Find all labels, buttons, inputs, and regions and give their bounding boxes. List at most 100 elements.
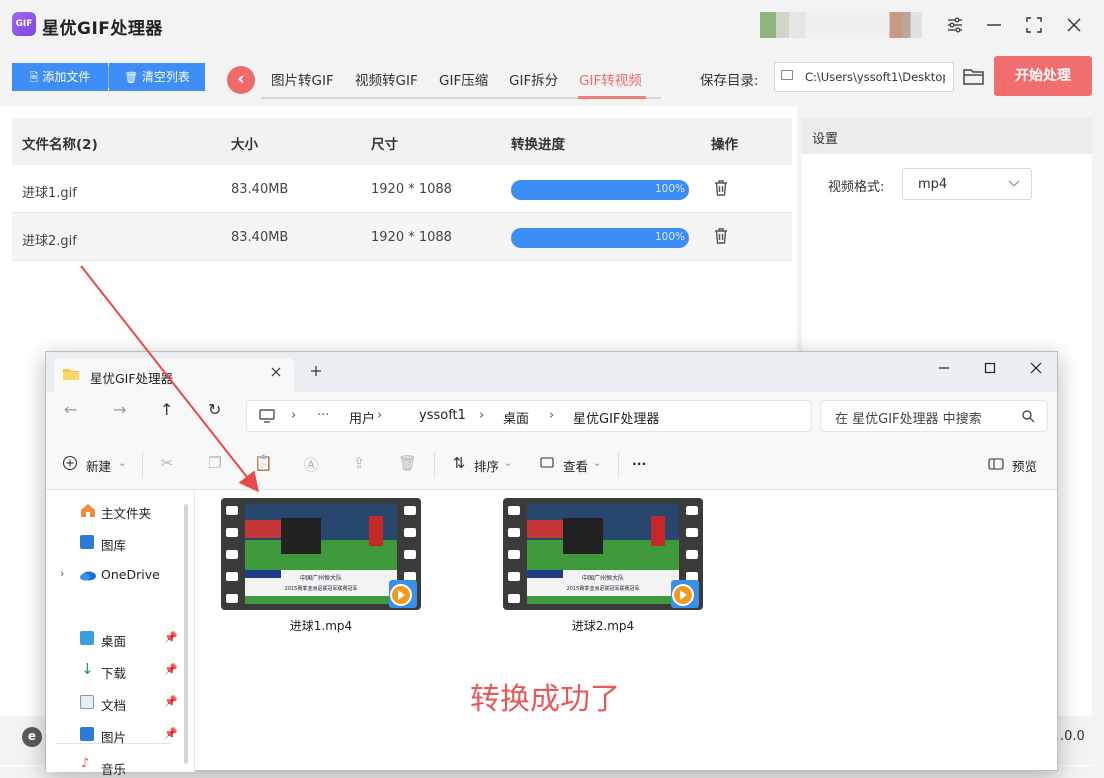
browser-icon[interactable]: e xyxy=(22,727,42,747)
add-files-label: 添加文件 xyxy=(42,70,91,84)
monitor-icon xyxy=(781,70,793,80)
up-arrow-icon[interactable]: ↑ xyxy=(160,400,173,419)
clear-list-button[interactable]: 🗑 清空列表 xyxy=(109,63,205,91)
new-button[interactable]: 新建 xyxy=(86,456,111,475)
tab-close-icon[interactable] xyxy=(268,364,284,384)
close-icon[interactable] xyxy=(1028,360,1044,380)
tab-active-indicator xyxy=(578,96,646,99)
format-select[interactable]: mp4 xyxy=(902,168,1032,200)
tab-video-to-gif[interactable]: 视频转GIF xyxy=(355,69,418,89)
copy-icon[interactable]: ❐ xyxy=(206,454,224,472)
chevron-right-icon[interactable]: › xyxy=(60,567,64,580)
paste-icon[interactable]: 📋 xyxy=(254,454,273,472)
search-placeholder: 在 星优GIF处理器 中搜索 xyxy=(835,412,982,427)
delete-icon[interactable] xyxy=(712,227,730,245)
command-divider xyxy=(434,452,435,478)
format-value: mp4 xyxy=(918,177,948,192)
explorer-tab-title: 星优GIF处理器 xyxy=(90,371,174,386)
file-item[interactable]: 中国广州恒大队 2015赛季亚洲足联冠军联赛冠军 进球2.mp4 xyxy=(503,498,703,633)
view-button[interactable]: 查看 xyxy=(563,456,588,475)
trash-icon: 🗑 xyxy=(124,71,139,84)
address-bar[interactable]: › ··· › 用户 yssoft1 › 桌面 › 星优GIF处理器 xyxy=(246,400,812,432)
nav-item-music[interactable]: 音乐 xyxy=(101,759,126,778)
home-icon xyxy=(80,502,95,517)
new-plus-icon[interactable] xyxy=(62,455,78,475)
share-icon[interactable]: ⇪ xyxy=(350,454,368,472)
add-files-button[interactable]: 🗎 添加文件 xyxy=(12,63,108,91)
nav-item-home[interactable]: 主文件夹 xyxy=(101,503,151,522)
version-text: .0.0 xyxy=(1060,729,1085,744)
file-size: 83.40MB xyxy=(231,230,289,245)
nav-item-pictures[interactable]: 图片 xyxy=(101,727,126,746)
minimize-icon[interactable] xyxy=(983,14,1005,36)
pin-icon[interactable]: 📌 xyxy=(164,631,178,644)
breadcrumb-item[interactable]: 用户 xyxy=(349,408,375,427)
music-icon: ♪ xyxy=(81,756,90,771)
delete-icon[interactable] xyxy=(712,179,730,197)
clear-list-label: 清空列表 xyxy=(141,70,190,84)
maximize-icon[interactable] xyxy=(1023,14,1045,36)
delete-icon[interactable]: 🗑 xyxy=(398,454,417,472)
format-label: 视频格式: xyxy=(828,180,885,195)
settings-icon[interactable] xyxy=(944,14,966,36)
rename-icon[interactable]: Ⓐ xyxy=(302,454,320,474)
nav-item-onedrive[interactable]: OneDrive xyxy=(101,567,160,582)
pin-icon[interactable]: 📌 xyxy=(164,727,178,740)
nav-item-desktop[interactable]: 桌面 xyxy=(101,631,126,650)
progress-label: 100% xyxy=(654,183,685,195)
file-icon: 🗎 xyxy=(29,71,39,84)
nav-item-gallery[interactable]: 图库 xyxy=(101,535,126,554)
maximize-icon[interactable] xyxy=(982,360,998,380)
pin-icon[interactable]: 📌 xyxy=(164,663,178,676)
tab-gif-compress[interactable]: GIF压缩 xyxy=(439,69,488,89)
progress-bar: 100% xyxy=(511,180,689,200)
nav-item-downloads[interactable]: 下载 xyxy=(101,663,126,682)
nav-item-documents[interactable]: 文档 xyxy=(101,695,126,714)
breadcrumb-item[interactable]: yssoft1 xyxy=(419,408,466,423)
close-icon[interactable] xyxy=(1063,14,1085,36)
more-breadcrumb-icon[interactable]: ··· xyxy=(317,408,329,423)
breadcrumb-item[interactable]: 桌面 xyxy=(503,408,529,427)
thumbnail-subcaption: 2015赛季亚洲足联冠军联赛冠军 xyxy=(285,585,358,592)
chevron-down-icon: ⌄ xyxy=(118,458,127,469)
breadcrumb-item[interactable]: 星优GIF处理器 xyxy=(573,408,659,427)
save-path-value: C:\Users\yssoft1\Desktop xyxy=(805,70,945,84)
back-button[interactable]: ‹ xyxy=(227,66,255,94)
minimize-icon[interactable] xyxy=(936,360,952,380)
gallery-icon xyxy=(80,535,94,549)
tab-gif-to-video[interactable]: GIF转视频 xyxy=(579,69,642,89)
file-name: 进球2.gif xyxy=(22,234,77,249)
forward-arrow-icon[interactable]: → xyxy=(113,400,126,419)
breadcrumb-separator: › xyxy=(377,408,383,423)
progress-bar: 100% xyxy=(511,228,689,248)
preview-button[interactable]: 预览 xyxy=(1012,456,1037,475)
breadcrumb-separator: › xyxy=(549,408,555,423)
start-button[interactable]: 开始处理 xyxy=(994,56,1092,96)
tab-image-to-gif[interactable]: 图片转GIF xyxy=(271,69,334,89)
tab-gif-split[interactable]: GIF拆分 xyxy=(509,69,558,89)
download-icon: ↓ xyxy=(81,660,94,678)
success-annotation: 转换成功了 xyxy=(470,682,620,717)
file-size: 83.40MB xyxy=(231,182,289,197)
explorer-tab[interactable]: 星优GIF处理器 xyxy=(54,358,294,392)
video-thumbnail-icon: 中国广州恒大队 2015赛季亚洲足联冠军联赛冠军 xyxy=(503,498,703,610)
file-dims: 1920 * 1088 xyxy=(371,230,452,245)
preview-pane-icon xyxy=(988,458,1004,474)
thumbnail-caption: 中国广州恒大队 xyxy=(300,574,342,582)
back-arrow-icon[interactable]: ← xyxy=(64,400,77,419)
folder-open-icon[interactable] xyxy=(962,65,986,87)
search-input[interactable]: 在 星优GIF处理器 中搜索 xyxy=(820,400,1048,432)
save-path-field[interactable]: C:\Users\yssoft1\Desktop xyxy=(774,62,954,92)
refresh-icon[interactable]: ↻ xyxy=(208,400,221,419)
file-item[interactable]: 中国广州恒大队 2015赛季亚洲足联冠军联赛冠军 进球1.mp4 xyxy=(221,498,421,633)
cut-icon[interactable]: ✂ xyxy=(158,454,176,472)
more-options-button[interactable]: ··· xyxy=(632,456,646,471)
navigation-pane: 主文件夹 图库 › OneDrive 桌面 📌 ↓ 下载 📌 文档 📌 图片 📌… xyxy=(46,490,194,777)
search-icon xyxy=(1021,409,1035,427)
pin-icon[interactable]: 📌 xyxy=(164,695,178,708)
new-tab-icon[interactable] xyxy=(308,363,324,383)
pane-splitter[interactable] xyxy=(194,490,195,772)
user-avatar[interactable] xyxy=(760,12,922,38)
sort-button[interactable]: 排序 xyxy=(474,456,499,475)
nav-scrollbar[interactable] xyxy=(184,504,188,764)
